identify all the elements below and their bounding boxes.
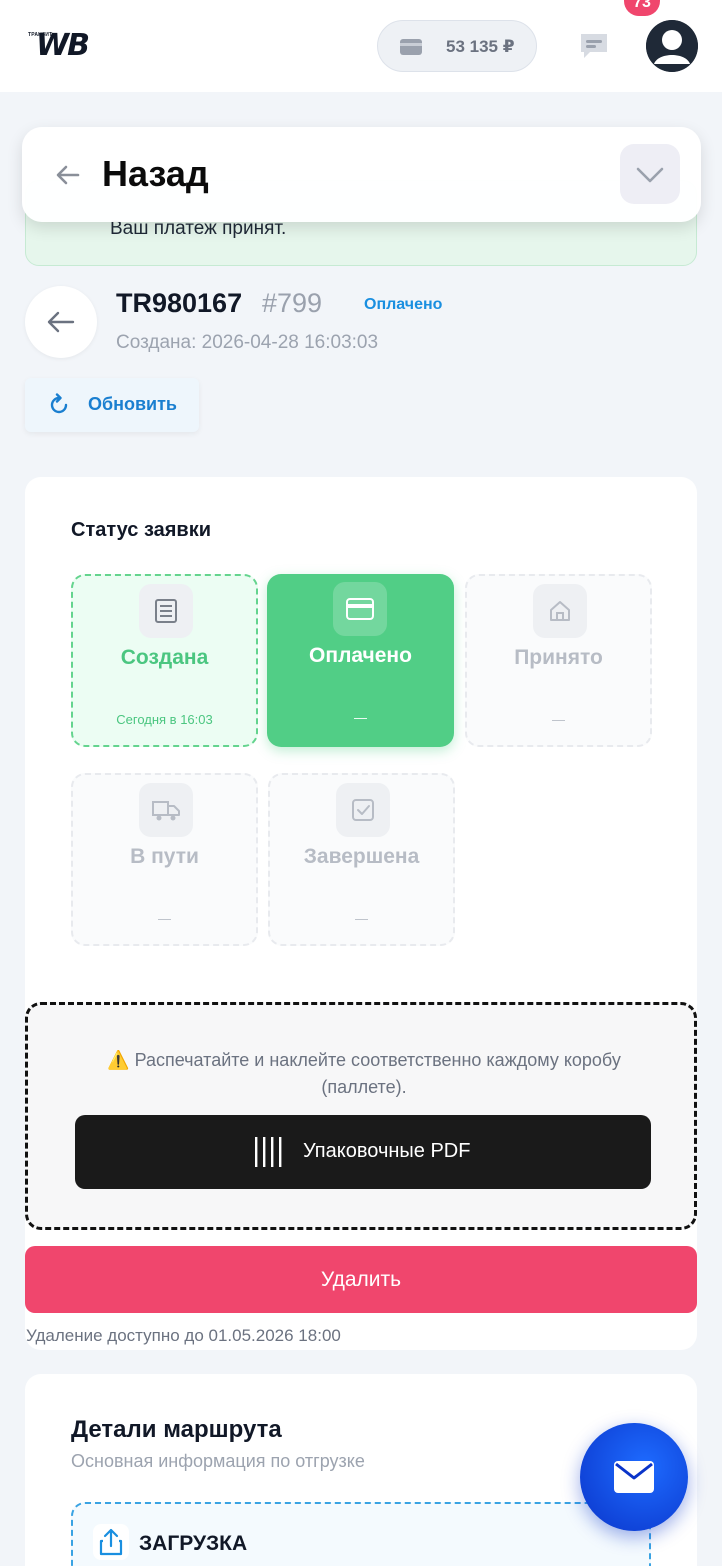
- status-step-in-transit: В пути —: [71, 773, 258, 946]
- chevron-down-icon: [636, 167, 664, 183]
- order-back-button[interactable]: [25, 286, 97, 358]
- refresh-icon: [50, 393, 68, 414]
- load-label: ЗАГРУЗКА: [139, 1532, 248, 1555]
- wallet-card-icon: [400, 39, 422, 55]
- warning-icon: ⚠️: [107, 1050, 130, 1070]
- status-step-completed: Завершена —: [268, 773, 455, 946]
- home-icon: [533, 584, 587, 638]
- delete-deadline-note: Удаление доступно до 01.05.2026 18:00: [26, 1326, 341, 1345]
- balance-amount: 53 135 ₽: [446, 37, 515, 56]
- chat-button[interactable]: [578, 30, 610, 62]
- packing-pdf-label: Упаковочные PDF: [303, 1140, 471, 1162]
- packing-pdf-button[interactable]: Упаковочные PDF: [75, 1115, 651, 1189]
- status-step-label: Завершена: [303, 845, 420, 868]
- load-section: ЗАГРУЗКА: [71, 1502, 651, 1566]
- pdf-instruction-text: Распечатайте и наклейте соответственно к…: [134, 1050, 621, 1097]
- notification-badge: 73: [624, 0, 660, 16]
- delete-button[interactable]: Удалить: [25, 1246, 697, 1313]
- status-step-date: —: [158, 911, 171, 926]
- status-step-date: —: [355, 911, 368, 926]
- status-step-label: Создана: [120, 646, 209, 669]
- checkbox-icon: [336, 783, 390, 837]
- logo-wordmark: WB: [36, 28, 90, 63]
- status-step-accepted: Принято —: [465, 574, 652, 747]
- status-title: Статус заявки: [71, 519, 212, 541]
- message-fab-button[interactable]: [580, 1423, 688, 1531]
- upload-icon: [93, 1524, 129, 1560]
- order-id: TR980167: [116, 288, 243, 318]
- route-subtitle: Основная информация по отгрузке: [71, 1451, 365, 1471]
- barcode-icon: [255, 1137, 282, 1167]
- collapse-button[interactable]: [620, 144, 680, 204]
- user-icon: [646, 20, 698, 72]
- user-avatar[interactable]: [646, 20, 698, 72]
- card-icon: [333, 582, 387, 636]
- status-step-created: Создана Сегодня в 16:03: [71, 574, 258, 747]
- route-title: Детали маршрута: [71, 1416, 282, 1443]
- back-title[interactable]: Назад: [102, 153, 209, 195]
- top-bar: ТРАНЗИТ WB 53 135 ₽ 73: [0, 0, 722, 92]
- back-sheet: Назад: [22, 127, 701, 222]
- order-number: #799: [262, 288, 323, 318]
- status-step-label: В пути: [130, 845, 199, 868]
- refresh-label: Обновить: [88, 394, 177, 414]
- status-step-date: Сегодня в 16:03: [116, 712, 213, 727]
- status-step-label: Оплачено: [309, 644, 412, 667]
- status-step-label: Принято: [514, 646, 603, 669]
- receipt-icon: [139, 584, 193, 638]
- order-created-date: Создана: 2026-04-28 16:03:03: [116, 332, 379, 353]
- chat-icon: [581, 34, 607, 58]
- packing-pdf-section: ⚠️ Распечатайте и наклейте соответственн…: [25, 1002, 697, 1230]
- mail-icon: [614, 1461, 654, 1493]
- back-arrow-icon[interactable]: [54, 161, 82, 189]
- status-step-date: —: [354, 710, 367, 725]
- refresh-button[interactable]: Обновить: [25, 378, 199, 432]
- brand-logo[interactable]: ТРАНЗИТ WB: [28, 28, 92, 64]
- balance-pill[interactable]: 53 135 ₽: [377, 20, 537, 72]
- status-step-date: —: [552, 712, 565, 727]
- order-status-badge: Оплачено: [364, 296, 443, 313]
- status-step-paid: Оплачено —: [267, 574, 454, 747]
- pdf-instruction: ⚠️ Распечатайте и наклейте соответственн…: [88, 1047, 640, 1101]
- arrow-left-icon: [47, 311, 75, 333]
- truck-icon: [139, 783, 193, 837]
